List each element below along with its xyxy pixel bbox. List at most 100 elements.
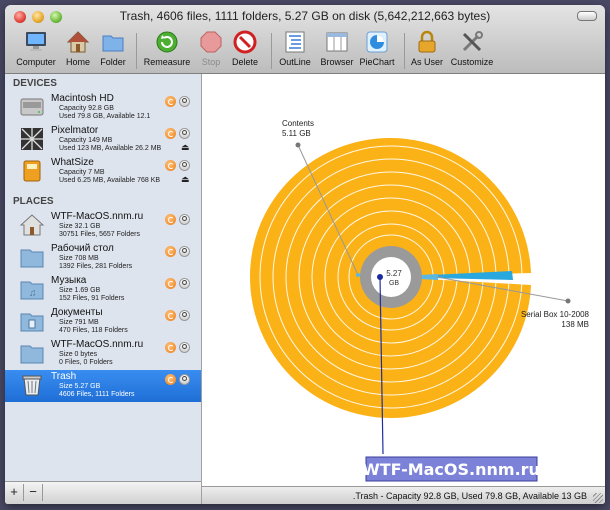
serial-box-label: Serial Box 10-2008 bbox=[521, 310, 590, 319]
sidebar-item-desktop[interactable]: Рабочий стол Size 708 MB 1392 Files, 281… bbox=[5, 242, 201, 274]
delete-button[interactable]: Delete bbox=[220, 30, 270, 72]
as-user-label: As User bbox=[410, 57, 443, 67]
sidebar-item-detail: Used 123 MB, Available 26.2 MB bbox=[59, 145, 162, 152]
disk-image-icon bbox=[21, 128, 43, 150]
refresh-icon bbox=[156, 31, 178, 53]
sidebar-item-documents[interactable]: Документы Size 791 MB 470 Files, 118 Fol… bbox=[5, 306, 201, 338]
sidebar-item-whatsize[interactable]: WhatSize Capacity 7 MB Used 6.25 MB, Ava… bbox=[5, 156, 201, 188]
center-size-unit: GB bbox=[389, 280, 399, 287]
remeasure-icon[interactable] bbox=[165, 278, 176, 289]
music-folder-icon: ♫ bbox=[20, 281, 44, 300]
remeasure-icon[interactable] bbox=[165, 128, 176, 139]
sidebar-item-detail: 470 Files, 118 Folders bbox=[59, 327, 128, 334]
serial-box-inner-wedge[interactable] bbox=[421, 274, 438, 280]
magnifier-icon[interactable] bbox=[179, 310, 190, 321]
sidebar-item-wtf-macos-2[interactable]: WTF-MacOS.nnm.ru Size 0 bytes 0 Files, 0… bbox=[5, 338, 201, 370]
sidebar-item-detail: 1392 Files, 281 Folders bbox=[59, 263, 133, 270]
magnifier-icon[interactable] bbox=[179, 128, 190, 139]
sidebar-item-music[interactable]: ♫ Музыка Size 1.69 GB 152 Files, 91 Fold… bbox=[5, 274, 201, 306]
lock-icon bbox=[418, 30, 436, 53]
sidebar-item-detail: Capacity 149 MB bbox=[59, 137, 113, 144]
piechart-button[interactable]: PieChart bbox=[352, 30, 402, 72]
sidebar-bottom-bar: + − bbox=[5, 481, 201, 504]
title-toolbar: Trash, 4606 files, 1111 folders, 5.27 GB… bbox=[5, 5, 605, 74]
remeasure-icon[interactable] bbox=[165, 374, 176, 385]
piechart-view[interactable]: 5.27 GB Contents 5.11 GB Serial Box 10-2… bbox=[202, 74, 605, 486]
folder-icon bbox=[20, 249, 44, 268]
remeasure-icon[interactable] bbox=[165, 96, 176, 107]
sidebar-item-macintosh-hd[interactable]: Macintosh HD Capacity 92.8 GB Used 79.8 … bbox=[5, 92, 201, 124]
piechart-icon bbox=[366, 31, 388, 53]
remeasure-icon[interactable] bbox=[165, 342, 176, 353]
customize-label: Customize bbox=[450, 57, 494, 67]
magnifier-icon[interactable] bbox=[179, 342, 190, 353]
sidebar-item-detail: Used 79.8 GB, Available 12.1 bbox=[59, 113, 151, 120]
sidebar-item-detail: 152 Files, 91 Folders bbox=[59, 295, 125, 302]
magnifier-icon[interactable] bbox=[179, 374, 190, 385]
watermark-pointer-dot bbox=[377, 274, 383, 280]
customize-button[interactable]: Customize bbox=[447, 30, 497, 72]
sidebar-item-pixelmator[interactable]: Pixelmator Capacity 149 MB Used 123 MB, … bbox=[5, 124, 201, 156]
remeasure-button[interactable]: Remeasure bbox=[142, 30, 192, 72]
outline-view-icon bbox=[285, 31, 305, 53]
documents-folder-icon bbox=[20, 313, 44, 332]
magnifier-icon[interactable] bbox=[179, 214, 190, 225]
contents-size: 5.11 GB bbox=[282, 129, 311, 138]
delete-label: Delete bbox=[231, 57, 258, 67]
computer-icon bbox=[26, 32, 46, 51]
remeasure-icon[interactable] bbox=[165, 310, 176, 321]
sidebar-item-detail: 4606 Files, 1111 Folders bbox=[59, 391, 135, 398]
sidebar-item-name: Документы bbox=[51, 307, 103, 318]
as-user-button[interactable]: As User bbox=[402, 30, 452, 72]
contents-callout-dot bbox=[295, 142, 301, 148]
eject-icon[interactable]: ⏏ bbox=[181, 142, 190, 153]
toolbar-toggle-button[interactable] bbox=[577, 11, 597, 21]
sidebar-item-trash[interactable]: Trash Size 5.27 GB 4606 Files, 1111 Fold… bbox=[5, 370, 201, 402]
piechart-label: PieChart bbox=[359, 57, 395, 67]
sidebar-item-detail: Size 32.1 GB bbox=[59, 223, 101, 230]
sidebar-item-detail: Size 1.69 GB bbox=[59, 287, 101, 294]
magnifier-icon[interactable] bbox=[179, 246, 190, 257]
contents-callout-anchor bbox=[356, 273, 360, 277]
watermark-text: WTF-MacOS.nnm.ru bbox=[362, 460, 540, 479]
watermark: WTF-MacOS.nnm.ru bbox=[362, 456, 540, 482]
sidebar-item-name: WhatSize bbox=[51, 157, 94, 168]
window-title: Trash, 4606 files, 1111 folders, 5.27 GB… bbox=[119, 9, 491, 23]
magnifier-icon[interactable] bbox=[179, 278, 190, 289]
remove-button[interactable]: − bbox=[24, 484, 43, 501]
trash-icon bbox=[22, 375, 42, 396]
remeasure-icon[interactable] bbox=[165, 214, 176, 225]
home-icon bbox=[66, 31, 90, 53]
sidebar-item-detail: Size 708 MB bbox=[59, 255, 99, 262]
browser-view-icon bbox=[326, 32, 348, 52]
places-header: PLACES bbox=[13, 196, 54, 207]
sidebar-item-name: Музыка bbox=[51, 275, 87, 286]
status-text: .Trash - Capacity 92.8 GB, Used 79.8 GB,… bbox=[352, 491, 587, 501]
folder-label: Folder bbox=[100, 57, 126, 67]
remeasure-icon[interactable] bbox=[165, 160, 176, 171]
magnifier-icon[interactable] bbox=[179, 96, 190, 107]
sidebar-item-name: Pixelmator bbox=[51, 125, 99, 136]
folder-icon bbox=[102, 35, 124, 52]
magnifier-icon[interactable] bbox=[179, 160, 190, 171]
center-size-value: 5.27 bbox=[386, 269, 402, 278]
remeasure-icon[interactable] bbox=[165, 246, 176, 257]
delete-icon bbox=[233, 30, 257, 54]
folder-button[interactable]: Folder bbox=[88, 30, 138, 72]
contents-label: Contents bbox=[282, 119, 314, 128]
eject-icon[interactable]: ⏏ bbox=[181, 174, 190, 185]
disk-usage-piechart[interactable]: 5.27 GB Contents 5.11 GB Serial Box 10-2… bbox=[202, 74, 605, 486]
resize-grip[interactable] bbox=[593, 493, 603, 503]
hard-drive-icon bbox=[20, 98, 44, 116]
svg-text:♫: ♫ bbox=[29, 288, 37, 299]
tools-icon bbox=[462, 31, 483, 52]
sidebar-item-name: WTF-MacOS.nnm.ru bbox=[51, 339, 144, 350]
sidebar-item-detail: Size 791 MB bbox=[59, 319, 99, 326]
sidebar-item-detail: 30751 Files, 5657 Folders bbox=[59, 231, 140, 238]
sidebar-item-detail: Size 5.27 GB bbox=[59, 383, 101, 390]
sidebar-item-detail: Size 0 bytes bbox=[59, 351, 98, 358]
add-button[interactable]: + bbox=[5, 484, 24, 501]
sidebar-item-wtf-macos[interactable]: WTF-MacOS.nnm.ru Size 32.1 GB 30751 File… bbox=[5, 210, 201, 242]
app-window: Trash, 4606 files, 1111 folders, 5.27 GB… bbox=[5, 5, 605, 504]
folder-icon bbox=[20, 345, 44, 364]
